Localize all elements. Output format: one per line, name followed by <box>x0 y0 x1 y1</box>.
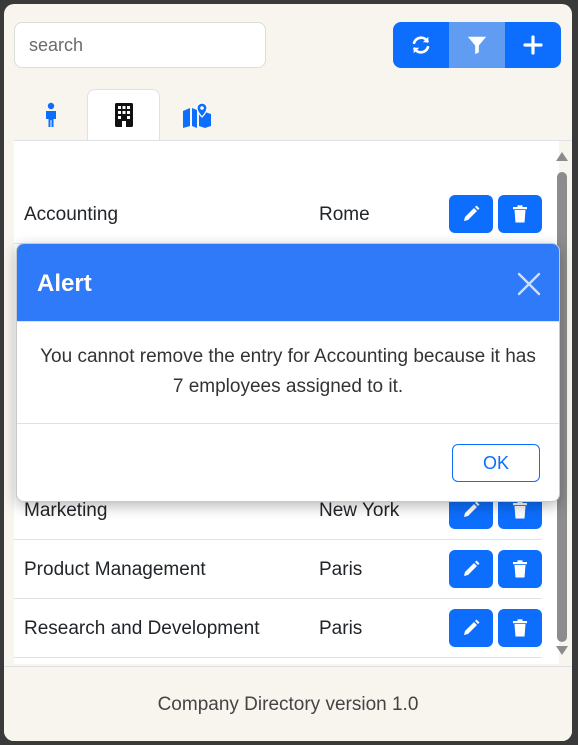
scroll-down-arrow[interactable] <box>555 644 569 656</box>
pencil-icon <box>464 501 480 517</box>
trash-icon <box>513 619 527 637</box>
scroll-up-arrow[interactable] <box>555 150 569 162</box>
department-location: Rome <box>319 204 370 225</box>
edit-button[interactable] <box>449 195 493 233</box>
tab-locations[interactable] <box>160 89 233 141</box>
refresh-button[interactable] <box>393 22 449 68</box>
tab-personnel[interactable] <box>14 89 87 141</box>
close-button[interactable] <box>515 270 543 298</box>
refresh-icon <box>412 36 430 54</box>
trash-icon <box>513 560 527 578</box>
pencil-icon <box>464 560 480 576</box>
delete-button[interactable] <box>498 550 542 588</box>
alert-footer: OK <box>17 424 559 501</box>
delete-button[interactable] <box>498 195 542 233</box>
building-icon <box>114 103 133 127</box>
pencil-icon <box>464 205 480 221</box>
edit-button[interactable] <box>449 550 493 588</box>
edit-button[interactable] <box>449 609 493 647</box>
department-location: Paris <box>319 618 363 639</box>
tab-bar <box>14 89 233 141</box>
alert-message: You cannot remove the entry for Accounti… <box>17 322 559 424</box>
alert-title: Alert <box>37 270 92 297</box>
table-row: Research and Development Paris <box>14 599 542 658</box>
toolbar-button-group <box>393 22 561 68</box>
footer-version: Company Directory version 1.0 <box>4 666 572 741</box>
trash-icon <box>513 205 527 223</box>
ok-button[interactable]: OK <box>452 444 540 482</box>
department-name: Accounting <box>24 204 119 225</box>
filter-icon <box>467 36 487 55</box>
delete-button[interactable] <box>498 609 542 647</box>
tab-departments[interactable] <box>87 89 160 141</box>
app-window: Accounting Rome Marketing New York <box>4 4 572 741</box>
map-location-icon <box>182 102 211 128</box>
filter-button[interactable] <box>449 22 505 68</box>
table-row: Accounting Rome <box>14 185 542 244</box>
department-name: Product Management <box>24 559 206 580</box>
table-row: Product Management Paris <box>14 540 542 599</box>
department-name: Research and Development <box>24 618 260 639</box>
plus-icon <box>523 35 543 55</box>
trash-icon <box>513 501 527 519</box>
pencil-icon <box>464 619 480 635</box>
alert-header: Alert <box>17 244 559 322</box>
close-icon <box>517 272 541 296</box>
add-button[interactable] <box>505 22 561 68</box>
department-location: Paris <box>319 559 363 580</box>
alert-dialog: Alert You cannot remove the entry for Ac… <box>16 243 560 502</box>
search-input[interactable] <box>14 22 266 68</box>
person-icon <box>45 102 56 127</box>
